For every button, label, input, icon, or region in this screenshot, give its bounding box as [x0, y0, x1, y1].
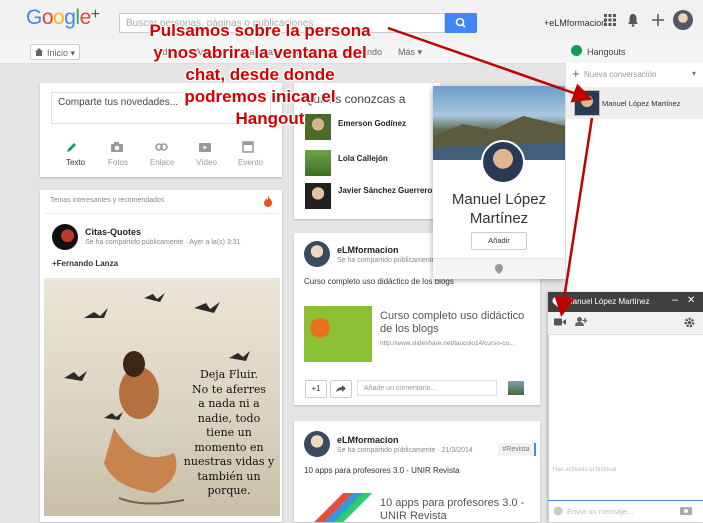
- blogger-logo-icon: [310, 318, 330, 338]
- suggestion-name[interactable]: Lola Callejón: [338, 154, 388, 163]
- video-icon[interactable]: [198, 141, 212, 153]
- quote-text: Deja Fluir. No te aferres a nada ni a na…: [180, 368, 278, 499]
- hangouts-bubble-icon: [552, 296, 563, 307]
- profile-name-line: Manuel López: [451, 191, 547, 208]
- citas-avatar[interactable]: [52, 224, 78, 250]
- chat-title: Manuel López Martínez: [566, 297, 650, 306]
- action-texto[interactable]: Texto: [66, 158, 85, 167]
- mention-link[interactable]: +Fernando Lanza: [52, 259, 118, 268]
- quote-line: a nada ni a: [198, 397, 260, 410]
- pencil-icon[interactable]: [65, 141, 77, 154]
- comment-input[interactable]: Añade un comentario...: [357, 380, 497, 396]
- search-button[interactable]: [445, 13, 477, 33]
- camera-icon[interactable]: [680, 505, 692, 515]
- add-to-circles-button[interactable]: Añadir: [471, 232, 527, 250]
- history-note: Has activado el historial: [553, 467, 617, 473]
- search-icon: [455, 17, 466, 28]
- trending-author[interactable]: Citas-Quotes: [85, 227, 141, 237]
- profile-name-line: Martínez: [469, 210, 529, 227]
- profile-photo[interactable]: [481, 140, 525, 184]
- person-photo[interactable]: [305, 183, 331, 209]
- apps-grid-icon[interactable]: [604, 14, 616, 26]
- annotation-line: Hangout: [235, 109, 305, 128]
- quote-line: también un: [197, 469, 261, 483]
- link-title[interactable]: Curso completo uso didáctico de los blog…: [380, 310, 530, 336]
- action-enlace[interactable]: Enlace: [150, 158, 174, 167]
- quote-line: Deja Fluir.: [199, 368, 259, 381]
- share-button[interactable]: [330, 380, 352, 398]
- home-icon: [35, 48, 43, 56]
- apps-thumbnail[interactable]: [304, 493, 372, 522]
- home-menu-button[interactable]: Inicio ▾: [30, 44, 80, 60]
- commenter-thumbnail: [508, 381, 524, 395]
- username-link[interactable]: +eLMformacion: [544, 18, 606, 28]
- emoji-icon[interactable]: [553, 506, 563, 516]
- author-avatar[interactable]: [304, 241, 330, 267]
- hangouts-title: Hangouts: [587, 47, 626, 57]
- hashtag-badge[interactable]: #Revista: [498, 443, 536, 456]
- quote-line: No te aferres: [192, 382, 266, 396]
- quote-line: porque.: [207, 484, 251, 497]
- location-pin-icon: [495, 264, 503, 274]
- message-input[interactable]: Envía un mensaje...: [567, 507, 633, 516]
- settings-gear-icon[interactable]: [684, 317, 695, 328]
- plus-one-button[interactable]: +1: [305, 380, 327, 398]
- post-text: 10 apps para profesores 3.0 - UNIR Revis…: [304, 466, 460, 475]
- author-avatar[interactable]: [304, 431, 330, 457]
- flame-icon: [264, 196, 272, 207]
- annotation-text: Pulsamos sobre la persona y nos abrira l…: [110, 20, 410, 130]
- blog-thumbnail[interactable]: [304, 306, 372, 362]
- minimize-icon[interactable]: –: [672, 294, 678, 306]
- quote-line: tiene un: [206, 426, 252, 439]
- link-icon[interactable]: [155, 141, 168, 153]
- link-title[interactable]: 10 apps para profesores 3.0 - UNIR Revis…: [380, 497, 530, 523]
- profile-avatar[interactable]: [673, 10, 693, 30]
- action-video[interactable]: Vídeo: [196, 158, 217, 167]
- action-fotos[interactable]: Fotos: [108, 158, 128, 167]
- post-meta: Se ha compartido públicamente: [337, 257, 436, 264]
- dropdown-arrow-icon[interactable]: ▾: [692, 69, 696, 78]
- google-plus-logo[interactable]: Google+: [26, 6, 100, 30]
- profile-card-footer: [433, 258, 565, 279]
- home-label: Inicio: [47, 48, 69, 58]
- link-url[interactable]: http://www.slideshare.net/taucolo14/curs…: [380, 340, 514, 347]
- action-evento[interactable]: Evento: [238, 158, 263, 167]
- chat-toolbar: [548, 312, 703, 335]
- add-person-icon[interactable]: [575, 316, 587, 327]
- trending-header: Temas interesantes y recomendados: [50, 197, 165, 204]
- trending-meta: Se ha compartido públicamente · Ayer a l…: [85, 239, 241, 246]
- share-arrow-icon: [336, 385, 346, 392]
- camera-icon[interactable]: [110, 141, 124, 153]
- new-conversation-input[interactable]: Nueva conversación: [584, 70, 656, 79]
- annotation-line: y nos abrira la ventana del: [153, 43, 367, 62]
- post-text: Curso completo uso didáctico de los blog…: [304, 277, 454, 286]
- share-plus-icon[interactable]: [652, 14, 664, 26]
- post-author[interactable]: eLMformacion: [337, 435, 399, 445]
- close-icon[interactable]: ✕: [687, 295, 695, 306]
- annotation-line: Pulsamos sobre la persona: [149, 21, 371, 40]
- annotation-line: chat, desde donde: [185, 65, 335, 84]
- suggestion-name[interactable]: Javier Sánchez Guerrero: [338, 186, 432, 195]
- plus-icon[interactable]: +: [572, 66, 580, 81]
- post-meta: Se ha compartido públicamente · 21/3/201…: [337, 447, 473, 454]
- notification-bell-icon[interactable]: [627, 13, 639, 27]
- hangouts-icon: [571, 45, 582, 56]
- quote-line: nadie, todo: [197, 411, 261, 425]
- person-photo[interactable]: [305, 150, 331, 176]
- quote-line: momento en: [194, 440, 264, 454]
- contact-name[interactable]: Manuel López Martínez: [602, 99, 680, 108]
- contact-avatar[interactable]: [574, 90, 600, 116]
- calendar-icon[interactable]: [242, 140, 254, 153]
- video-call-icon[interactable]: [554, 317, 566, 327]
- annotation-line: podremos inicar el: [184, 87, 336, 106]
- profile-name[interactable]: Manuel López Martínez: [433, 190, 565, 228]
- quote-line: nuestras vidas y: [183, 455, 275, 468]
- post-author[interactable]: eLMformacion: [337, 245, 399, 255]
- divider: [44, 213, 280, 214]
